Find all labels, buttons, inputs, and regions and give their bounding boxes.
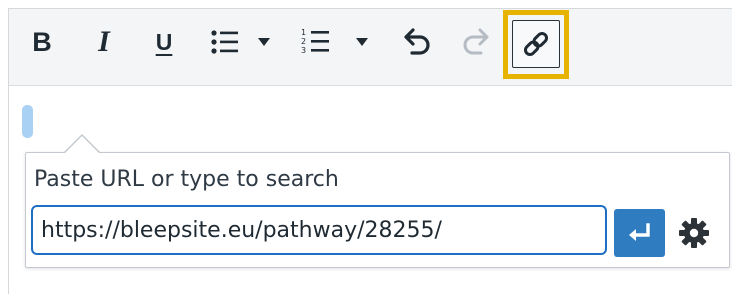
gear-icon <box>679 218 709 248</box>
chevron-down-icon <box>258 38 270 46</box>
numbered-list-button[interactable]: 1 2 3 <box>296 22 336 62</box>
bulleted-list-icon <box>211 30 238 54</box>
underline-button[interactable]: U <box>147 22 181 62</box>
numbered-list-dropdown[interactable] <box>350 22 374 62</box>
enter-icon <box>628 223 650 241</box>
bulleted-list-dropdown[interactable] <box>252 22 276 62</box>
svg-text:1: 1 <box>301 28 306 37</box>
undo-button[interactable] <box>395 22 435 62</box>
chevron-down-icon <box>356 38 368 46</box>
italic-icon: I <box>98 25 110 58</box>
link-popup-label: Paste URL or type to search <box>34 167 339 192</box>
apply-link-button[interactable] <box>614 209 665 257</box>
text-cursor <box>22 105 33 138</box>
link-settings-button[interactable] <box>676 214 712 252</box>
popup-arrow-inner <box>65 136 99 153</box>
svg-text:3: 3 <box>301 46 306 55</box>
bold-icon: B <box>32 26 52 57</box>
undo-icon <box>404 28 430 55</box>
svg-text:2: 2 <box>301 37 306 46</box>
redo-button[interactable] <box>458 22 498 62</box>
redo-icon <box>463 28 489 55</box>
numbered-list-icon: 1 2 3 <box>301 28 329 55</box>
italic-button[interactable]: I <box>86 22 122 62</box>
link-icon <box>523 31 549 57</box>
underline-icon: U <box>155 28 173 55</box>
url-input[interactable] <box>31 205 607 255</box>
link-button[interactable] <box>512 20 560 68</box>
bold-button[interactable]: B <box>24 22 60 62</box>
bulleted-list-button[interactable] <box>207 22 243 62</box>
